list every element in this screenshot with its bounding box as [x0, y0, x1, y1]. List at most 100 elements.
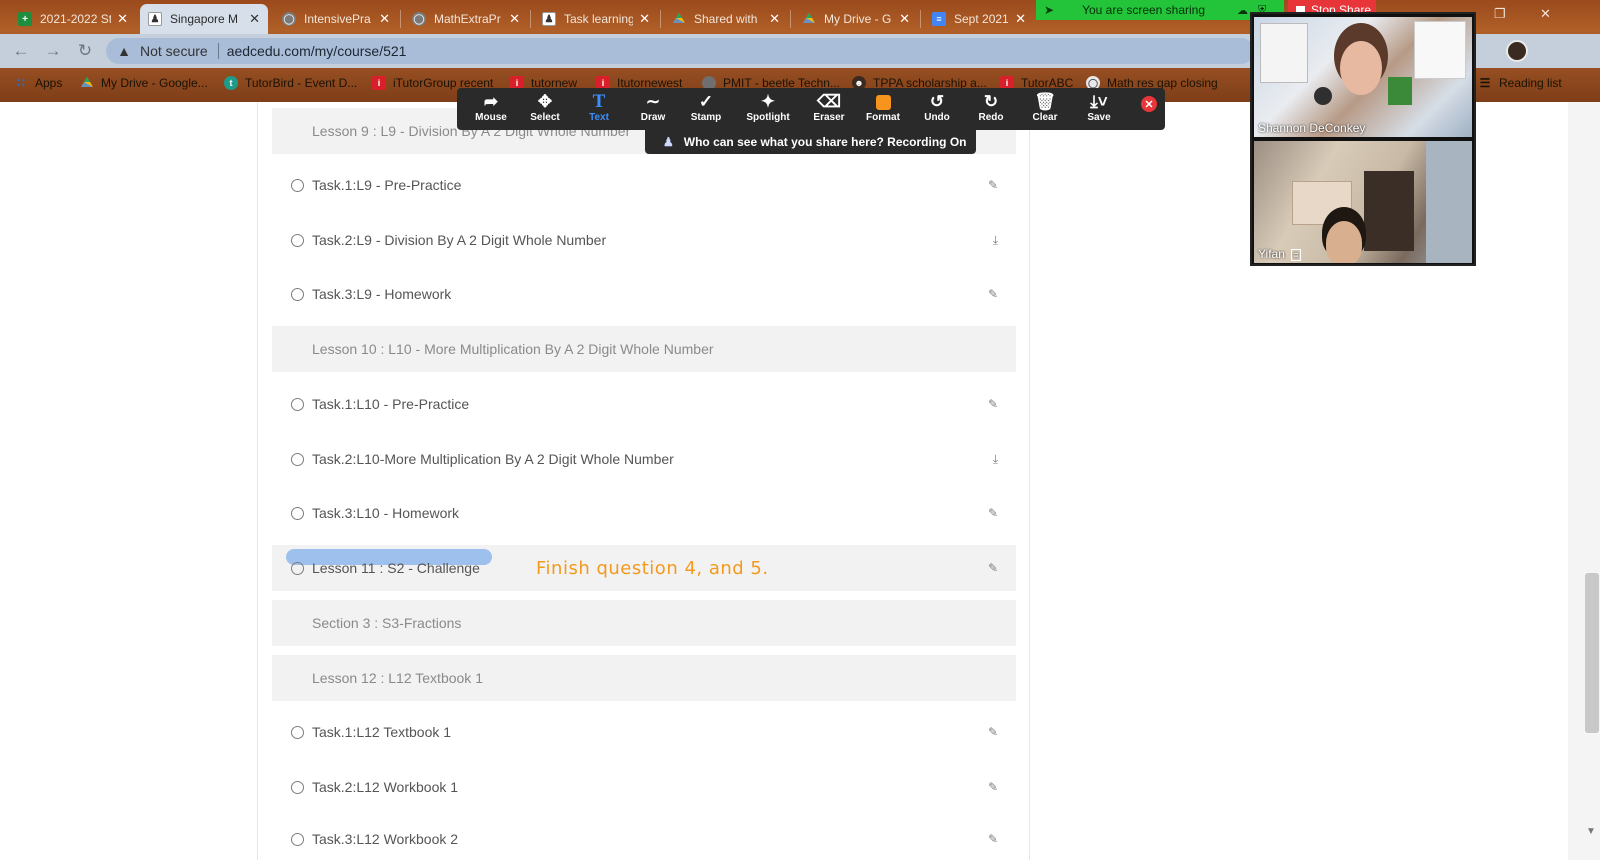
tool-clear[interactable]: 🗑 Clear — [1019, 92, 1071, 128]
task-title[interactable]: Task.2:L9 - Division By A 2 Digit Whole … — [312, 232, 606, 248]
section-header[interactable]: Section 3 : S3-Fractions — [272, 600, 1016, 646]
task-title[interactable]: Lesson 11 : S2 - Challenge — [312, 560, 480, 576]
tab-title: Singapore M — [170, 12, 239, 26]
address-bar[interactable]: ▲ Not secure aedcedu.com/my/course/521 — [106, 38, 1254, 64]
tool-eraser[interactable]: ⌫ Eraser — [803, 92, 855, 128]
bookmark-my-drive[interactable]: My Drive - Google... — [80, 76, 208, 90]
task-title[interactable]: Task.2:L10-More Multiplication By A 2 Di… — [312, 451, 674, 467]
close-window-icon[interactable]: ✕ — [1540, 6, 1551, 22]
task-row[interactable]: Task.3:L12 Workbook 2 ✎ — [272, 816, 1016, 860]
scrollbar-track[interactable] — [1568, 102, 1600, 860]
completion-radio[interactable] — [291, 233, 304, 247]
tool-stamp[interactable]: ✓ Stamp — [680, 92, 732, 128]
completion-radio[interactable] — [291, 452, 304, 466]
task-title[interactable]: Task.2:L12 Workbook 1 — [312, 779, 458, 795]
tab-title: Task learning — [564, 12, 634, 26]
close-icon[interactable]: ✕ — [117, 11, 128, 27]
tab-task-learning[interactable]: ♟ Task learning ✕ — [534, 4, 658, 34]
pencil-icon[interactable]: ✎ — [988, 178, 998, 192]
lesson-header[interactable]: Lesson 10 : L10 - More Multiplication By… — [272, 326, 1016, 372]
tab-sept-2021[interactable]: ≡ Sept 2021 sc ✕ — [924, 4, 1034, 34]
forward-icon[interactable]: → — [42, 40, 64, 62]
pencil-icon[interactable]: ✎ — [988, 561, 998, 575]
task-title[interactable]: Task.1:L12 Textbook 1 — [312, 724, 451, 740]
task-row[interactable]: Task.2:L12 Workbook 1 ✎ — [272, 764, 1016, 810]
screen-sharing-banner[interactable]: ➤ You are screen sharing ☁ ⛨ — [1036, 0, 1284, 20]
tool-draw[interactable]: ∼ Draw — [627, 92, 679, 128]
task-title[interactable]: Task.3:L12 Workbook 2 — [312, 831, 458, 847]
profile-avatar[interactable] — [1506, 40, 1528, 62]
reload-icon[interactable]: ↻ — [74, 40, 96, 62]
task-row[interactable]: Task.1:L9 - Pre-Practice ✎ — [272, 162, 1016, 208]
pencil-icon[interactable]: ✎ — [988, 287, 998, 301]
wand-icon: ✦ — [760, 92, 776, 111]
tab-singapore-math[interactable]: ♟ Singapore M ✕ — [140, 4, 268, 34]
close-toolbar-icon[interactable]: ✕ — [1141, 96, 1157, 112]
tool-redo[interactable]: ↻ Redo — [965, 92, 1017, 128]
restore-window-icon[interactable]: ❐ — [1494, 6, 1506, 22]
tool-select[interactable]: ✥ Select — [519, 92, 571, 128]
pencil-icon[interactable]: ✎ — [988, 780, 998, 794]
bookmark-apps[interactable]: ∷ Apps — [14, 76, 62, 90]
check-icon: ✓ — [698, 92, 714, 111]
task-title[interactable]: Task.1:L10 - Pre-Practice — [312, 396, 469, 412]
close-icon[interactable]: ✕ — [1015, 11, 1026, 27]
pencil-icon[interactable]: ✎ — [988, 725, 998, 739]
tool-mouse[interactable]: ➦ Mouse — [465, 92, 517, 128]
bookmark-tutorbird[interactable]: t TutorBird - Event D... — [224, 76, 357, 90]
task-title[interactable]: Task.3:L10 - Homework — [312, 505, 459, 521]
task-row[interactable]: Task.2:L10-More Multiplication By A 2 Di… — [272, 436, 1016, 482]
task-row[interactable]: Task.1:L10 - Pre-Practice ✎ — [272, 381, 1016, 427]
wall-poster — [1414, 21, 1466, 79]
security-label[interactable]: Not secure — [140, 43, 219, 59]
completion-radio[interactable] — [291, 178, 304, 192]
video-tile[interactable]: Shannon DeConkey — [1254, 17, 1472, 137]
tab-sheets[interactable]: + 2021-2022 St ✕ — [10, 4, 136, 34]
lesson-header[interactable]: Lesson 12 : L12 Textbook 1 — [272, 655, 1016, 701]
tool-format[interactable]: Format — [857, 92, 909, 128]
pencil-icon[interactable]: ✎ — [988, 397, 998, 411]
completion-radio[interactable] — [291, 506, 304, 520]
task-row[interactable]: Task.1:L12 Textbook 1 ✎ — [272, 709, 1016, 755]
back-icon[interactable]: ← — [10, 40, 32, 62]
task-row[interactable]: Task.3:L9 - Homework ✎ — [272, 271, 1016, 317]
pencil-icon[interactable]: ✎ — [988, 506, 998, 520]
completion-radio[interactable] — [291, 725, 304, 739]
close-icon[interactable]: ✕ — [249, 11, 260, 27]
bookmark-reading-list[interactable]: ☰ Reading list — [1478, 76, 1562, 90]
scrollbar-thumb[interactable] — [1585, 573, 1599, 733]
tool-save[interactable]: ⤓˅ Save — [1073, 92, 1125, 128]
close-icon[interactable]: ✕ — [639, 11, 650, 27]
scroll-down-arrow-icon[interactable]: ▼ — [1584, 826, 1598, 837]
completion-radio[interactable] — [291, 287, 304, 301]
task-title[interactable]: Task.3:L9 - Homework — [312, 286, 451, 302]
completion-radio[interactable] — [291, 832, 304, 846]
close-icon[interactable]: ✕ — [769, 11, 780, 27]
task-row[interactable]: Task.3:L10 - Homework ✎ — [272, 490, 1016, 536]
task-row[interactable]: Task.2:L9 - Division By A 2 Digit Whole … — [272, 217, 1016, 263]
tool-undo[interactable]: ↺ Undo — [911, 92, 963, 128]
tab-math-extra-practice[interactable]: ◯ MathExtraPr ✕ — [404, 4, 528, 34]
url-text[interactable]: aedcedu.com/my/course/521 — [227, 43, 407, 59]
caption-icon: ≡ — [1291, 249, 1301, 261]
video-tile[interactable]: Yifan ≡ — [1254, 141, 1472, 263]
tool-spotlight[interactable]: ✦ Spotlight — [742, 92, 794, 128]
tab-intensive-practice[interactable]: ◯ IntensivePra ✕ — [274, 4, 398, 34]
recording-notice[interactable]: ♟ Who can see what you share here? Recor… — [645, 130, 976, 154]
task-title[interactable]: Task.1:L9 - Pre-Practice — [312, 177, 461, 193]
download-icon[interactable]: ⤓ — [993, 452, 998, 467]
close-icon[interactable]: ✕ — [379, 11, 390, 27]
completion-radio[interactable] — [291, 561, 304, 575]
tool-label: Select — [530, 112, 560, 123]
globe-icon: ◯ — [282, 12, 296, 26]
tab-shared-with-me[interactable]: Shared with ✕ — [664, 4, 788, 34]
completion-radio[interactable] — [291, 397, 304, 411]
tool-text[interactable]: T Text — [573, 91, 625, 128]
completion-radio[interactable] — [291, 780, 304, 794]
lesson-task-row[interactable]: Lesson 11 : S2 - Challenge Finish questi… — [272, 545, 1016, 591]
close-icon[interactable]: ✕ — [899, 11, 910, 27]
tab-my-drive[interactable]: My Drive - G ✕ — [794, 4, 918, 34]
download-icon[interactable]: ⤓ — [993, 233, 998, 248]
pencil-icon[interactable]: ✎ — [988, 832, 998, 846]
close-icon[interactable]: ✕ — [509, 11, 520, 27]
